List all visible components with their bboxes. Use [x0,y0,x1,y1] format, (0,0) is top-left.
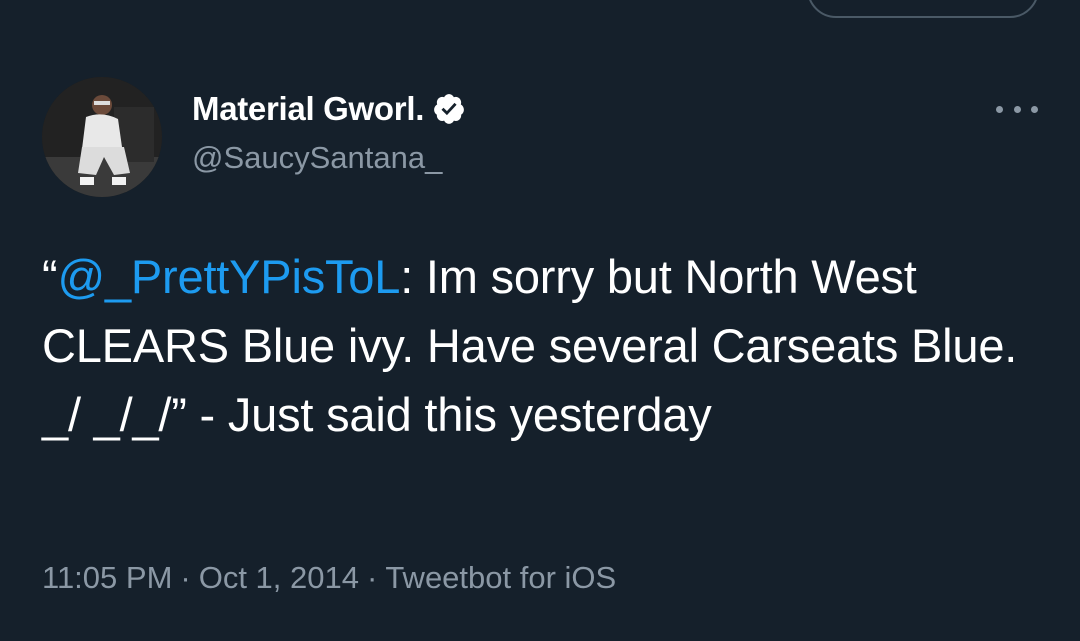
meta-separator: · [367,560,378,595]
more-options-icon[interactable] [996,96,1038,122]
top-action-button[interactable] [807,0,1039,18]
more-dot [996,105,1003,113]
tweet-metadata: 11:05 PM · Oct 1, 2014 · Tweetbot for iOS [42,560,616,596]
avatar[interactable] [42,77,162,197]
author-name-row: Material Gworl. [192,90,466,128]
tweet-detail-page: Material Gworl. @SaucySantana_ “@_PrettY… [0,0,1080,641]
tweet-source-link[interactable]: Tweetbot for iOS [385,560,616,595]
avatar-image [42,77,162,197]
more-dot [1031,105,1038,113]
tweet-text: “@_PrettYPisToL: Im sorry but North West… [42,242,1052,449]
verified-badge-icon [434,94,464,124]
author-handle[interactable]: @SaucySantana_ [192,140,442,176]
meta-separator: · [180,560,191,595]
author-display-name[interactable]: Material Gworl. [192,90,424,128]
more-dot [1013,105,1021,113]
tweet-open-quote: “ [42,250,58,303]
mention-link[interactable]: @_PrettYPisToL [57,250,400,303]
tweet-date[interactable]: Oct 1, 2014 [199,560,359,595]
tweet-time[interactable]: 11:05 PM [42,560,172,595]
